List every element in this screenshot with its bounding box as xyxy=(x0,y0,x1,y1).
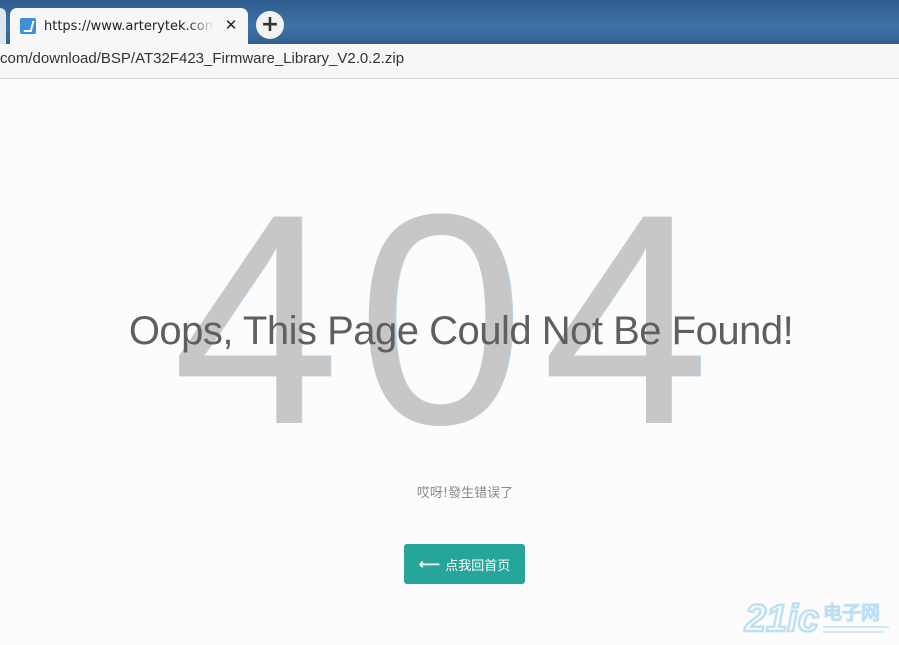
watermark-cn-text: 电子网 xyxy=(823,602,880,624)
browser-window: https://www.arterytek.com/download/BSP/A… xyxy=(0,0,899,645)
back-to-home-button[interactable]: ⟵ 点我回首页 xyxy=(404,544,525,584)
site-favicon-icon xyxy=(20,18,36,34)
watermark-21ic-text: 21ic xyxy=(744,598,819,639)
error-page: 404 Oops, This Page Could Not Be Found! … xyxy=(0,79,899,645)
address-bar[interactable]: com/download/BSP/AT32F423_Firmware_Libra… xyxy=(0,44,899,79)
error-headline: Oops, This Page Could Not Be Found! xyxy=(128,309,794,353)
watermark-logo: 21ic 电子网 xyxy=(743,597,889,639)
tab-title: https://www.arterytek.com/download/BSP/A… xyxy=(44,18,214,34)
arrow-left-icon: ⟵ xyxy=(418,555,441,573)
close-tab-icon[interactable]: ✕ xyxy=(222,16,240,34)
active-tab[interactable]: https://www.arterytek.com/download/BSP/A… xyxy=(10,8,248,44)
home-button-label: 点我回首页 xyxy=(445,558,511,574)
url-text[interactable]: com/download/BSP/AT32F423_Firmware_Libra… xyxy=(0,50,404,67)
new-tab-button[interactable]: + xyxy=(256,11,284,39)
error-subtext: 哎呀!發生错误了 xyxy=(416,486,514,501)
tab-strip: https://www.arterytek.com/download/BSP/A… xyxy=(0,0,899,44)
previous-tab-edge[interactable] xyxy=(0,8,6,44)
watermark-lines xyxy=(823,626,889,633)
